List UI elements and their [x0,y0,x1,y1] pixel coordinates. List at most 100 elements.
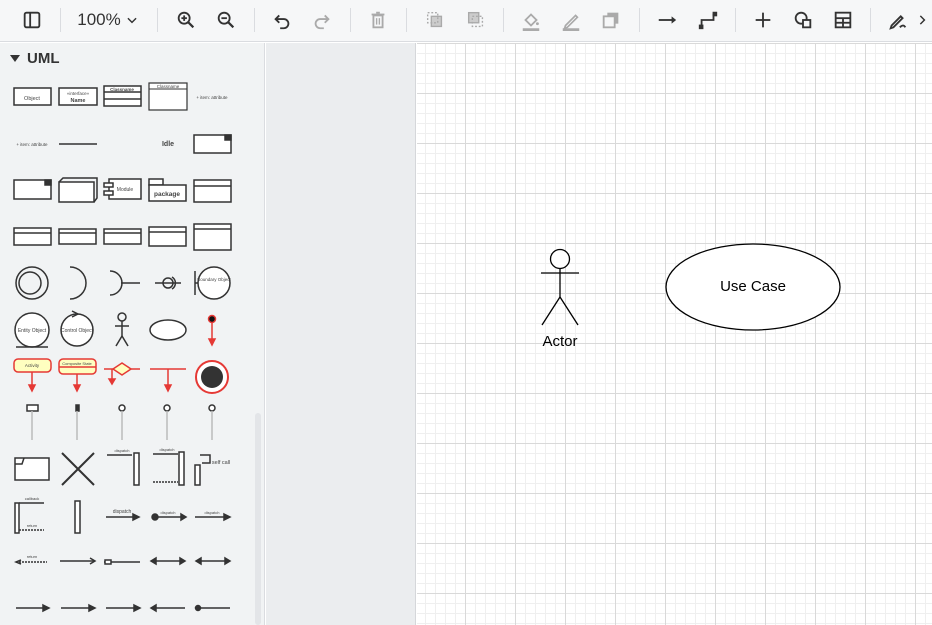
line-color-icon [562,14,580,31]
shape-frame-small[interactable] [14,457,50,481]
shape-class-full[interactable] [193,223,232,251]
shape-activation-call[interactable] [107,452,140,486]
delete-button[interactable] [364,5,392,35]
diagram-canvas[interactable]: Actor Use Case [417,43,932,625]
shape-return-arrow[interactable] [13,559,47,565]
redo-button[interactable] [308,5,336,35]
chevron-right-icon [919,15,926,25]
shape-assoc-5[interactable] [194,604,231,612]
insert-button[interactable] [749,5,777,35]
shape-message-two[interactable] [194,556,232,566]
zoom-out-button[interactable] [212,5,240,35]
sidebar-scrollbar[interactable] [255,413,261,625]
more-button[interactable] [918,5,932,35]
shape-package-class[interactable] [193,179,232,203]
shapes-button[interactable] [789,5,817,35]
dispatch-label-4: dispatch [161,510,176,515]
zoom-in-button[interactable] [172,5,200,35]
shape-lifeline-entity[interactable] [163,404,171,440]
shape-destruction[interactable] [61,452,95,486]
shape-message-open[interactable] [60,557,97,565]
to-back-button[interactable] [462,5,490,35]
shape-class-lines[interactable] [13,227,52,246]
shape-message-empty[interactable] [104,559,140,565]
connection-icon [658,16,677,24]
control-label: Control Object [61,328,94,334]
undo-button[interactable] [268,5,296,35]
shape-sidebar: UML Object «interface» Name Classname Cl… [0,43,265,625]
shape-lollipop[interactable] [155,276,181,290]
usecase-label: Use Case [720,278,786,295]
shape-class-fields[interactable] [148,226,187,247]
separator [639,8,640,32]
activity-label: Activity [25,363,40,368]
shape-class-small[interactable] [58,228,97,245]
shape-assoc-2[interactable] [61,603,97,613]
separator [157,8,158,32]
shadow-button[interactable] [597,5,625,35]
shape-node[interactable] [58,177,98,203]
connection-button[interactable] [653,5,681,35]
shape-assoc-3[interactable] [106,603,142,613]
zoom-dropdown[interactable]: 100% [72,5,144,35]
edit-style-button[interactable] [884,5,912,35]
shape-activation-return[interactable] [153,451,185,486]
shape-final-state[interactable] [195,360,229,394]
redo-icon [314,14,330,30]
separator [870,8,871,32]
package-label: package [154,191,180,198]
waypoints-icon [698,11,718,30]
shape-initial-state[interactable] [207,314,217,347]
waypoints-button[interactable] [694,5,722,35]
line-color-button[interactable] [557,5,585,35]
shape-assoc-1[interactable] [16,603,51,613]
shape-self-call[interactable] [194,454,211,486]
to-front-button[interactable] [421,5,449,35]
table-icon [834,11,852,29]
shape-actor[interactable] [115,312,129,347]
shape-message-both[interactable] [149,556,187,566]
object-label: Object [24,96,40,102]
idle-label: Idle [162,141,174,148]
table-button[interactable] [829,5,857,35]
separator [735,8,736,32]
shape-provided-interface[interactable] [69,266,87,300]
shape-callback[interactable] [14,502,44,534]
shape-frame[interactable] [193,134,232,154]
undo-icon [274,14,290,30]
shape-lifeline[interactable] [26,404,39,440]
separator [350,8,351,32]
shape-lifeline-boundary[interactable] [118,404,126,440]
separator [60,8,61,32]
zoom-in-icon [177,11,195,29]
shape-decision[interactable] [104,362,140,386]
insert-icon [755,12,771,28]
shape-boundary[interactable] [194,266,231,300]
interface-label: Name [71,98,86,104]
shape-activation-bar[interactable] [74,500,81,534]
callback-label: callback [25,496,39,501]
shape-required-interface[interactable] [109,270,140,296]
composite-state-label: Composite State [62,361,92,366]
sidebar-resize-area[interactable] [266,43,416,625]
shape-component[interactable] [13,179,52,200]
sidebar-toggle-button[interactable] [18,5,46,35]
interface-stereo: «interface» [67,91,90,96]
shape-fork[interactable] [150,368,186,393]
dispatch-label-1: dispatch [115,448,130,453]
shape-lifeline-actor[interactable] [75,404,80,440]
edit-style-icon [889,15,907,30]
shape-lifeline-control[interactable] [208,404,216,440]
separator [503,8,504,32]
shape-class-small-2[interactable] [103,228,142,245]
shape-assoc-4[interactable] [149,603,185,613]
classname-label-2: Classname [157,84,180,89]
dispatch-label-2: dispatch [160,447,175,452]
separator [254,8,255,32]
actor-shape[interactable] [541,248,579,326]
dispatch-label-5: dispatch [205,510,220,515]
shape-interface-ball-socket[interactable] [15,266,49,300]
classname-label: Classname [110,87,134,92]
shape-usecase[interactable] [149,319,187,341]
fill-color-button[interactable] [517,5,545,35]
